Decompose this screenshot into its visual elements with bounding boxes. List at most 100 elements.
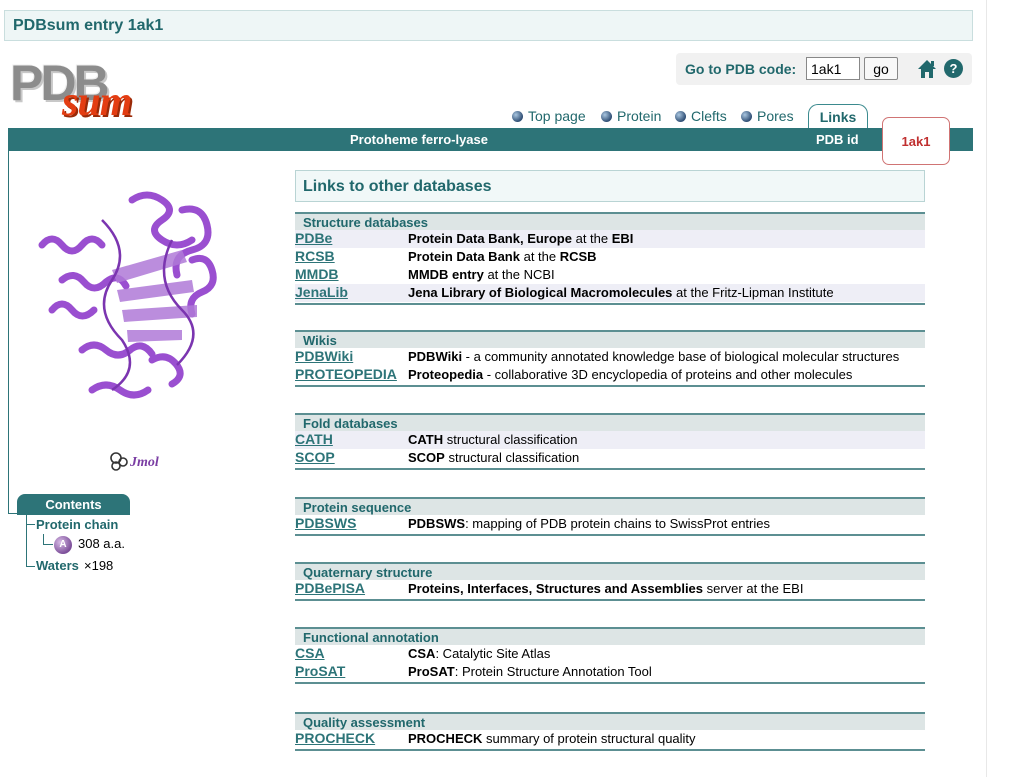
link-mmdb[interactable]: MMDB <box>295 266 339 282</box>
group-heading: Fold databases <box>295 413 925 431</box>
links-section-title: Links to other databases <box>295 170 925 202</box>
group-divider <box>295 534 925 536</box>
link-pdbepisa[interactable]: PDBePISA <box>295 580 365 596</box>
logo-sum-text: sum <box>62 79 132 125</box>
chain-length: 308 a.a. <box>78 536 125 551</box>
group-heading: Quality assessment <box>295 712 925 730</box>
link-description: MMDB entry at the NCBI <box>408 267 555 282</box>
pdb-code-input[interactable] <box>806 57 860 80</box>
group-heading: Wikis <box>295 330 925 348</box>
home-icon[interactable] <box>916 58 938 80</box>
link-row: JenaLib Jena Library of Biological Macro… <box>295 284 925 302</box>
tree-line <box>43 534 44 544</box>
group-quality-assessment: Quality assessment PROCHECK PROCHECK sum… <box>295 712 925 751</box>
group-heading: Functional annotation <box>295 627 925 645</box>
waters-count: ×198 <box>84 558 114 573</box>
link-cath[interactable]: CATH <box>295 431 333 447</box>
link-rcsb[interactable]: RCSB <box>295 248 335 264</box>
go-button[interactable]: go <box>864 57 898 80</box>
link-row: PDBe Protein Data Bank, Europe at the EB… <box>295 230 925 248</box>
link-description: PROCHECK summary of protein structural q… <box>408 731 696 746</box>
group-divider <box>295 303 925 305</box>
nav-clefts[interactable]: Clefts <box>675 108 727 124</box>
group-quaternary-structure: Quaternary structure PDBePISA Proteins, … <box>295 562 925 601</box>
nav-pores[interactable]: Pores <box>741 108 794 124</box>
link-row: CSA CSA: Catalytic Site Atlas <box>295 645 925 663</box>
tree-waters[interactable]: Waters <box>36 558 79 573</box>
group-divider <box>295 682 925 684</box>
nav-clefts-label: Clefts <box>691 108 727 124</box>
link-row: SCOP SCOP structural classification <box>295 449 925 467</box>
group-divider <box>295 749 925 751</box>
link-description: ProSAT: Protein Structure Annotation Too… <box>408 664 652 679</box>
group-structure-databases: Structure databases PDBe Protein Data Ba… <box>295 212 925 305</box>
nav-top-page[interactable]: Top page <box>512 108 586 124</box>
link-row: MMDB MMDB entry at the NCBI <box>295 266 925 284</box>
tree-line <box>26 515 27 567</box>
chain-a-icon[interactable]: A <box>54 536 72 554</box>
pdb-id-label: PDB id <box>816 132 859 147</box>
help-icon[interactable]: ? <box>944 59 963 78</box>
protein-name: Protoheme ferro-lyase <box>350 132 488 147</box>
group-divider <box>295 385 925 387</box>
link-row: PDBSWS PDBSWS: mapping of PDB protein ch… <box>295 515 925 533</box>
nav-protein[interactable]: Protein <box>601 108 661 124</box>
nav-bullet-icon <box>601 110 612 122</box>
link-pdbe[interactable]: PDBe <box>295 230 332 246</box>
contents-tab: Contents <box>17 494 130 515</box>
group-protein-sequence: Protein sequence PDBSWS PDBSWS: mapping … <box>295 497 925 536</box>
link-description: CSA: Catalytic Site Atlas <box>408 646 551 661</box>
tree-protein-chain[interactable]: Protein chain <box>36 517 118 532</box>
entry-header-bar: Protoheme ferro-lyase PDB id <box>8 128 973 151</box>
link-description: PDBWiki - a community annotated knowledg… <box>408 349 900 364</box>
link-description: Proteins, Interfaces, Structures and Ass… <box>408 581 804 596</box>
link-jenalib[interactable]: JenaLib <box>295 284 348 300</box>
group-divider <box>295 599 925 601</box>
group-functional-annotation: Functional annotation CSA CSA: Catalytic… <box>295 627 925 684</box>
title-bar: PDBsum entry 1ak1 <box>4 10 973 41</box>
link-row: CATH CATH structural classification <box>295 431 925 449</box>
group-heading: Protein sequence <box>295 497 925 515</box>
jmol-logo-text: Jmol <box>129 455 159 470</box>
left-frame-line <box>8 151 9 513</box>
group-heading: Quaternary structure <box>295 562 925 580</box>
goto-label: Go to PDB code: <box>685 61 797 77</box>
tab-links[interactable]: Links <box>808 104 868 128</box>
link-prosat[interactable]: ProSAT <box>295 663 345 679</box>
link-row: ProSAT ProSAT: Protein Structure Annotat… <box>295 663 925 681</box>
tree-branch <box>26 524 35 525</box>
group-fold-databases: Fold databases CATH CATH structural clas… <box>295 413 925 470</box>
link-description: Protein Data Bank, Europe at the EBI <box>408 231 634 246</box>
protein-structure-image[interactable] <box>32 180 242 420</box>
link-row: PDBePISA Proteins, Interfaces, Structure… <box>295 580 925 598</box>
nav-bullet-icon <box>741 110 752 122</box>
link-row: PROTEOPEDIA Proteopedia - collaborative … <box>295 366 925 384</box>
pdb-id-value: 1ak1 <box>882 117 950 165</box>
links-title-text: Links to other databases <box>303 178 492 195</box>
goto-pdb-form: Go to PDB code: go ? <box>676 53 972 85</box>
link-csa[interactable]: CSA <box>295 645 325 661</box>
link-pdbwiki[interactable]: PDBWiki <box>295 348 353 364</box>
nav-top-page-label: Top page <box>528 108 586 124</box>
link-proteopedia[interactable]: PROTEOPEDIA <box>295 366 397 382</box>
tree-branch <box>26 566 35 567</box>
link-pdbsws[interactable]: PDBSWS <box>295 515 356 531</box>
link-procheck[interactable]: PROCHECK <box>295 730 375 746</box>
page-title: PDBsum entry 1ak1 <box>13 17 164 34</box>
link-description: CATH structural classification <box>408 432 578 447</box>
group-divider <box>295 468 925 470</box>
link-scop[interactable]: SCOP <box>295 449 335 465</box>
jmol-logo-icon[interactable]: Jmol <box>108 450 178 472</box>
nav-bullet-icon <box>675 110 686 122</box>
link-row: RCSB Protein Data Bank at the RCSB <box>295 248 925 266</box>
link-description: Proteopedia - collaborative 3D encyclope… <box>408 367 853 382</box>
nav-protein-label: Protein <box>617 108 662 124</box>
link-row: PDBWiki PDBWiki - a community annotated … <box>295 348 925 366</box>
link-description: Jena Library of Biological Macromolecule… <box>408 285 834 300</box>
page-right-rule <box>986 0 987 777</box>
group-heading: Structure databases <box>295 212 925 230</box>
tree-branch <box>43 544 53 545</box>
pdbsum-logo[interactable]: PDB sum <box>10 54 180 125</box>
link-description: PDBSWS: mapping of PDB protein chains to… <box>408 516 770 531</box>
link-row: PROCHECK PROCHECK summary of protein str… <box>295 730 925 748</box>
